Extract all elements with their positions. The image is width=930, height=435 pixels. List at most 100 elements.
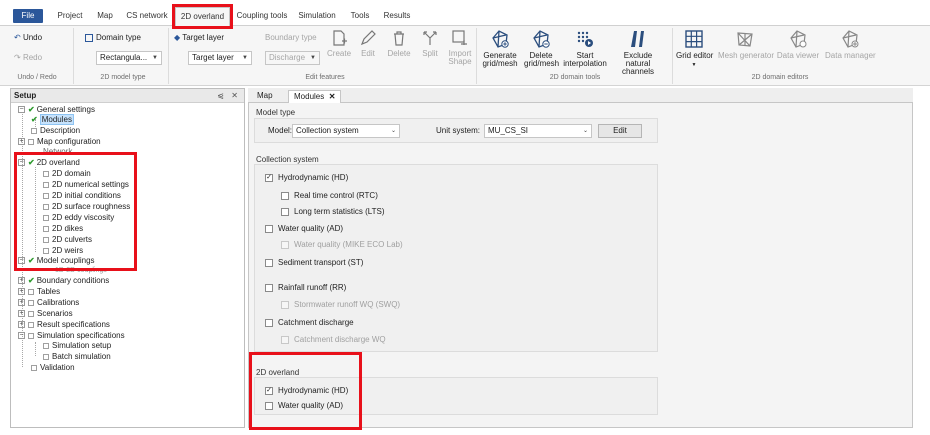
tree-item-calibrations[interactable]: + Calibrations [18,298,79,308]
empty-status-icon [31,127,37,134]
tree-item-simulation-setup[interactable]: Simulation setup [43,341,111,351]
empty-status-icon [28,288,34,295]
checkbox-box [265,283,273,292]
redo-icon: ↷ [14,53,21,62]
edit-button[interactable]: Edit [358,29,378,58]
checkbox-box [281,240,289,249]
rr-checkbox[interactable]: Rainfall runoff (RR) [265,283,346,293]
collapse-icon[interactable]: − [18,106,25,114]
tree-item-result-specifications[interactable]: + Result specifications [18,320,110,330]
ribbon-separator [476,28,477,84]
checkbox-box [281,207,289,216]
tree-line [35,342,36,356]
close-icon[interactable]: ✕ [329,92,336,101]
expand-icon[interactable]: + [18,299,25,307]
tab-file[interactable]: File [13,9,43,23]
mesh-icon [737,32,753,47]
unit-system-select[interactable]: MU_CS_SI ⌄ [484,124,592,138]
checkbox-box [281,191,289,200]
undo-icon: ↶ [14,33,21,42]
tab-tools[interactable]: Tools [348,9,372,23]
tab-cs-network[interactable]: CS network [124,9,170,23]
wq-ad-checkbox[interactable]: Water quality (AD) [265,224,343,234]
tree-item-batch-simulation[interactable]: Batch simulation [43,352,111,362]
empty-status-icon [28,321,34,328]
catchment-discharge-checkbox[interactable]: Catchment discharge [265,318,354,328]
mesh-delete-icon [533,30,550,48]
tree-item-simulation-specifications[interactable]: − Simulation specifications [18,331,125,341]
model-select[interactable]: Collection system ⌄ [292,124,400,138]
group-label-undo-redo: Undo / Redo [17,74,57,81]
split-button[interactable]: Split [418,29,442,58]
section-title-model-type: Model type [256,108,296,117]
tree-item-map-configuration[interactable]: + Map configuration [18,137,101,147]
tree-item-scenarios[interactable]: + Scenarios [18,309,73,319]
empty-status-icon [28,299,34,306]
tree-item-modules[interactable]: ✔ Modules [31,114,74,125]
highlight-box-2d-overland-modules [249,352,362,430]
ribbon-separator [168,28,169,84]
tab-coupling-tools[interactable]: Coupling tools [236,9,288,23]
start-interpolation-button[interactable]: Start interpolation [563,29,607,68]
collapse-icon[interactable]: − [18,332,25,340]
lts-checkbox[interactable]: Long term statistics (LTS) [281,207,385,217]
swq-checkbox[interactable]: Stormwater runoff WQ (SWQ) [281,300,400,310]
expand-icon[interactable]: + [18,277,25,285]
st-checkbox[interactable]: Sediment transport (ST) [265,258,363,268]
chevron-down-icon: ⌄ [582,128,588,134]
empty-status-icon [43,342,49,349]
wq-eco-checkbox[interactable]: Water quality (MIKE ECO Lab) [281,240,403,250]
section-title-collection-system: Collection system [256,155,319,164]
boundary-type-select[interactable]: Discharge ▼ [265,51,320,65]
hd-checkbox[interactable]: ✓ Hydrodynamic (HD) [265,173,348,183]
checkbox-box [281,335,289,344]
tab-map[interactable]: Map [94,9,116,23]
import-shape-icon [452,30,467,45]
setup-panel-header: Setup ⩿ ✕ [11,89,244,103]
target-layer-select[interactable]: Target layer ▼ [188,51,252,65]
mesh-generator-button[interactable]: Mesh generator [718,29,774,60]
data-viewer-button[interactable]: Data viewer [776,29,820,60]
empty-status-icon [31,364,37,371]
create-button[interactable]: Create [327,29,351,58]
doc-tab-modules[interactable]: Modules ✕ [288,90,342,104]
expand-icon[interactable]: + [18,288,25,296]
delete-mesh-button[interactable]: Delete grid/mesh [524,29,559,68]
generate-mesh-button[interactable]: Generate grid/mesh [482,29,518,68]
pin-icon[interactable]: ⩿ [217,89,224,103]
expand-icon[interactable]: + [18,310,25,318]
doc-tab-map[interactable]: Map [252,90,278,103]
tab-simulation[interactable]: Simulation [297,9,337,23]
edit-unit-system-button[interactable]: Edit [598,124,642,138]
redo-button[interactable]: ↷ Redo [14,53,42,62]
checkmark-icon: ✔ [28,105,35,114]
grid-editor-button[interactable]: Grid editor ▼ [676,29,713,69]
tree-item-boundary-conditions[interactable]: + ✔ Boundary conditions [18,276,109,286]
tree-item-validation[interactable]: Validation [31,363,75,373]
expand-icon[interactable]: + [18,138,25,146]
grid-icon [685,30,703,48]
data-viewer-icon [790,30,807,48]
import-shape-button[interactable]: Import Shape [447,29,473,66]
tree-item-description[interactable]: Description [31,126,80,136]
close-icon[interactable]: ✕ [231,89,238,103]
undo-button[interactable]: ↶ Undo [14,33,42,42]
trash-icon [394,31,404,46]
chevron-down-icon: ▼ [691,62,697,68]
rtc-checkbox[interactable]: Real time control (RTC) [281,191,378,201]
channel-icon [631,31,644,47]
checkbox-box [281,300,289,309]
exclude-channels-button[interactable]: Exclude natural channels [612,29,664,76]
catchment-discharge-wq-checkbox[interactable]: Catchment discharge WQ [281,335,386,345]
tree-item-tables[interactable]: + Tables [18,287,60,297]
data-manager-button[interactable]: Data manager [825,29,876,60]
tab-project[interactable]: Project [55,9,85,23]
ribbon-separator [73,28,74,84]
delete-feature-button[interactable]: Delete [387,29,411,58]
expand-icon[interactable]: + [18,321,25,329]
domain-type-select[interactable]: Rectangula... ▼ [96,51,162,65]
tab-results[interactable]: Results [382,9,412,23]
chevron-down-icon: ▼ [152,55,158,61]
domain-type-icon [85,33,93,42]
chevron-down-icon: ▼ [310,55,316,61]
